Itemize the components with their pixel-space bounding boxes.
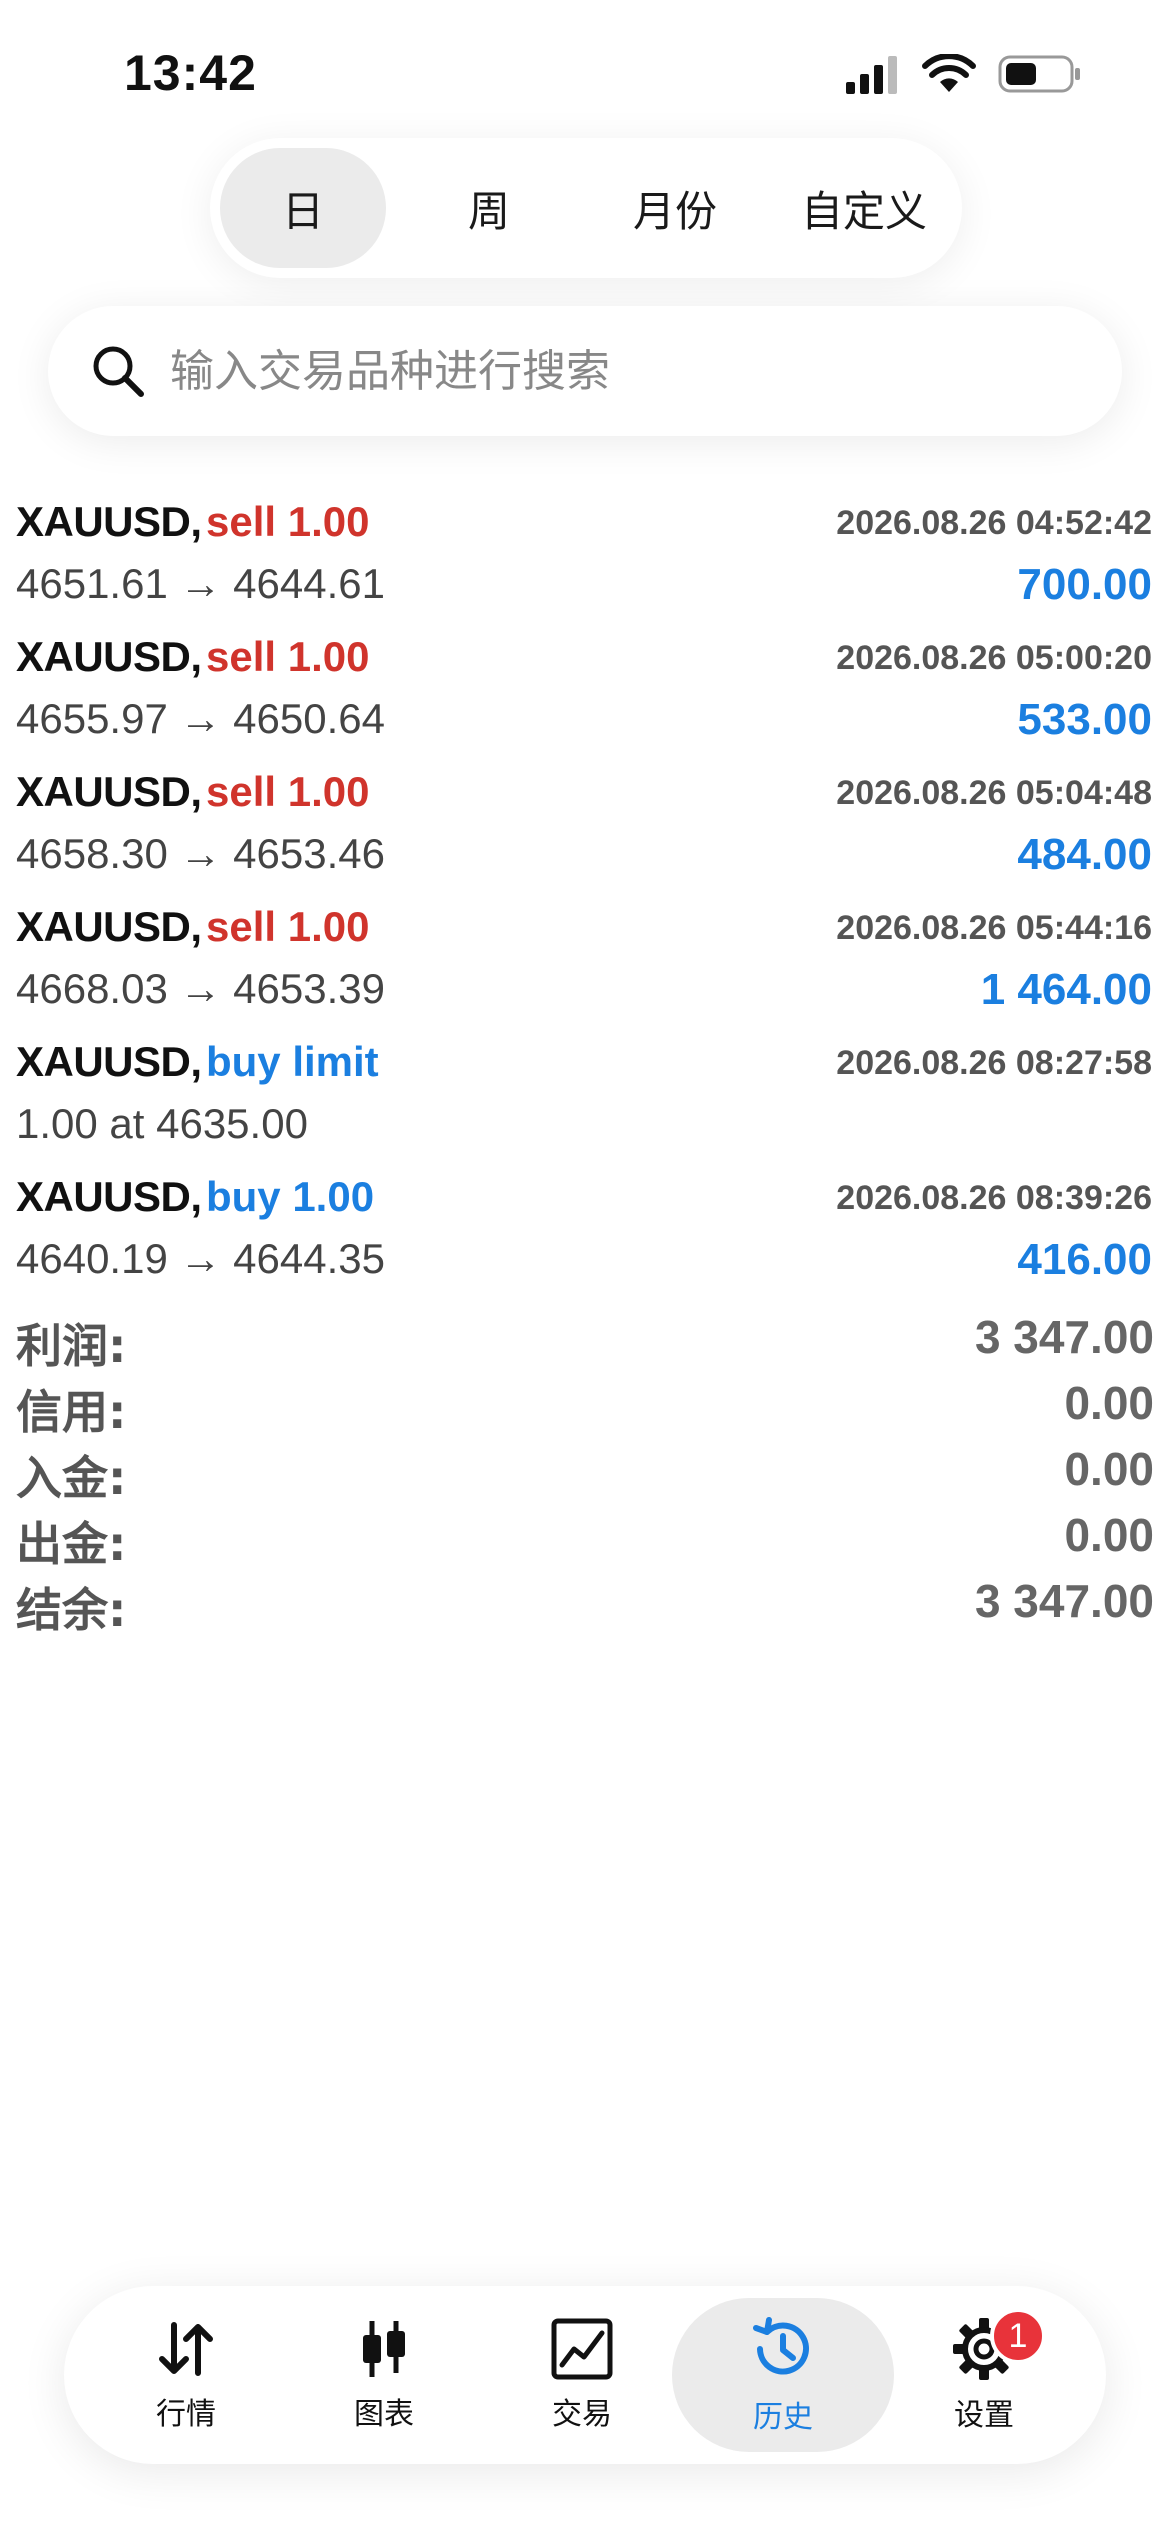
search-icon: [88, 341, 148, 401]
trade-profit: 533.00: [1017, 695, 1152, 744]
tab-day[interactable]: 日: [220, 148, 386, 268]
trade-side: sell 1.00: [205, 498, 370, 545]
trade-profit: 700.00: [1017, 560, 1152, 609]
nav-settings[interactable]: 设置 1: [884, 2298, 1084, 2452]
bottom-nav: 行情 图表 交易 历史 设置 1: [64, 2286, 1106, 2464]
notification-badge: 1: [990, 2308, 1046, 2364]
nav-label: 行情: [156, 2397, 216, 2432]
trade-symbol: XAUUSD,: [16, 1038, 202, 1085]
nav-trade[interactable]: 交易: [482, 2298, 682, 2452]
summary-value: 0.00: [1064, 1443, 1154, 1495]
summary-profit-row: 利润: 3 347.00: [16, 1310, 1154, 1376]
trade-side: sell 1.00: [205, 633, 370, 680]
trade-symbol: XAUUSD,: [16, 903, 202, 950]
candlestick-chart-icon: [363, 2321, 405, 2377]
summary-label: 结余:: [16, 1583, 127, 1637]
period-tabs: 日 周 月份 自定义: [210, 138, 962, 278]
history-clock-icon: [753, 2317, 809, 2375]
nav-charts[interactable]: 图表: [284, 2298, 484, 2452]
trade-symbol: XAUUSD,: [16, 498, 202, 545]
nav-label: 图表: [354, 2397, 414, 2432]
order-volume-price: 1.00 at 4635.00: [16, 1100, 308, 1147]
trade-row[interactable]: XAUUSD, sell 1.00 2026.08.26 05:00:20 46…: [0, 615, 1170, 750]
trade-chart-icon: [551, 2318, 613, 2380]
trade-time: 2026.08.26 08:39:26: [836, 1179, 1152, 1217]
trade-prices: 4651.61 → 4644.61: [16, 560, 385, 607]
trade-time: 2026.08.26 05:00:20: [836, 639, 1152, 677]
summary-value: 0.00: [1064, 1377, 1154, 1429]
summary-value: 0.00: [1064, 1509, 1154, 1561]
trade-history-list: XAUUSD, sell 1.00 2026.08.26 04:52:42 46…: [0, 480, 1170, 1290]
tab-week[interactable]: 周: [406, 148, 572, 268]
order-row[interactable]: XAUUSD, buy limit 2026.08.26 08:27:58 1.…: [0, 1020, 1170, 1155]
trade-side: buy 1.00: [205, 1173, 375, 1220]
wifi-icon: [922, 54, 976, 92]
trade-profit: 1 464.00: [980, 965, 1152, 1014]
trade-prices: 4668.03 → 4653.39: [16, 965, 385, 1012]
trade-time: 2026.08.26 08:27:58: [836, 1044, 1152, 1082]
trade-profit: 416.00: [1017, 1235, 1152, 1284]
trade-symbol: XAUUSD,: [16, 633, 202, 680]
nav-label: 交易: [552, 2397, 612, 2432]
battery-icon: [998, 55, 1080, 93]
trade-row[interactable]: XAUUSD, sell 1.00 2026.08.26 04:52:42 46…: [0, 480, 1170, 615]
summary-withdrawal-row: 出金: 0.00: [16, 1508, 1154, 1574]
summary-label: 出金:: [16, 1517, 127, 1571]
tab-custom[interactable]: 自定义: [776, 148, 952, 268]
summary-value: 3 347.00: [974, 1311, 1154, 1363]
trade-row[interactable]: XAUUSD, sell 1.00 2026.08.26 05:04:48 46…: [0, 750, 1170, 885]
trade-symbol: XAUUSD,: [16, 768, 202, 815]
summary-credit-row: 信用: 0.00: [16, 1376, 1154, 1442]
trade-time: 2026.08.26 05:04:48: [836, 774, 1152, 812]
tab-month[interactable]: 月份: [590, 148, 760, 268]
trade-symbol: XAUUSD,: [16, 1173, 202, 1220]
trade-side: sell 1.00: [205, 768, 370, 815]
account-summary: 利润: 3 347.00 信用: 0.00 入金: 0.00 出金: 0.00 …: [16, 1310, 1154, 1640]
search-input[interactable]: [170, 345, 1050, 397]
trade-prices: 4640.19 → 4644.35: [16, 1235, 385, 1282]
summary-deposit-row: 入金: 0.00: [16, 1442, 1154, 1508]
nav-label: 设置: [954, 2398, 1014, 2433]
quotes-arrows-icon: [159, 2322, 213, 2376]
trade-profit: 484.00: [1017, 830, 1152, 879]
cellular-signal-icon: [846, 56, 897, 94]
summary-value: 3 347.00: [974, 1575, 1154, 1627]
summary-label: 入金:: [16, 1451, 127, 1505]
status-icons: [844, 54, 1082, 94]
trade-side: sell 1.00: [205, 903, 370, 950]
status-bar: 13:42: [0, 0, 1170, 140]
trade-prices: 4658.30 → 4653.46: [16, 830, 385, 877]
summary-label: 信用:: [16, 1385, 127, 1439]
trade-row[interactable]: XAUUSD, buy 1.00 2026.08.26 08:39:26 464…: [0, 1155, 1170, 1290]
trade-side: buy limit: [205, 1038, 379, 1085]
nav-label: 历史: [753, 2400, 813, 2435]
status-time: 13:42: [124, 45, 257, 101]
nav-history[interactable]: 历史: [672, 2298, 894, 2452]
trade-row[interactable]: XAUUSD, sell 1.00 2026.08.26 05:44:16 46…: [0, 885, 1170, 1020]
nav-quotes[interactable]: 行情: [86, 2298, 286, 2452]
trade-prices: 4655.97 → 4650.64: [16, 695, 385, 742]
trade-time: 2026.08.26 04:52:42: [836, 504, 1152, 542]
summary-label: 利润:: [16, 1319, 127, 1373]
search-bar[interactable]: [48, 306, 1122, 436]
trade-time: 2026.08.26 05:44:16: [836, 909, 1152, 947]
summary-balance-row: 结余: 3 347.00: [16, 1574, 1154, 1640]
